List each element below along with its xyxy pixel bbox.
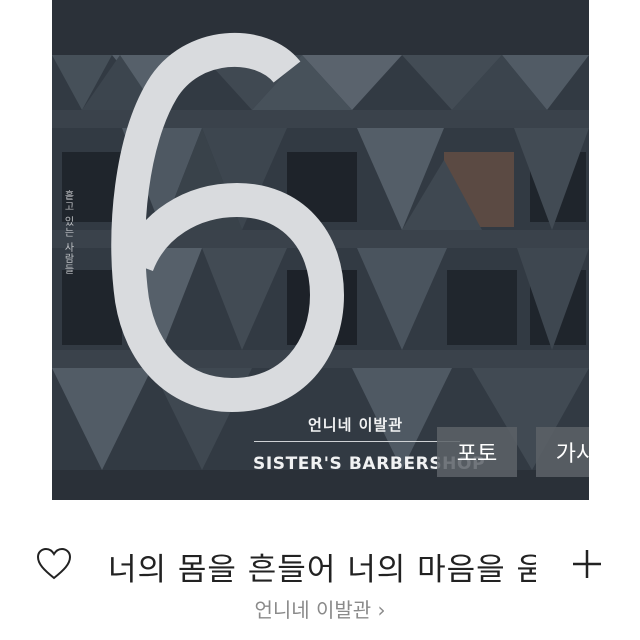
cover-divider — [254, 441, 460, 442]
photo-button-label: 포토 — [456, 442, 498, 467]
plus-icon[interactable] — [571, 548, 603, 580]
cover-vertical-text: 흩고 있는 사람들 — [62, 190, 73, 276]
lyrics-button[interactable]: 가사 — [536, 427, 589, 477]
photo-button[interactable]: 포토 — [437, 427, 517, 477]
lyrics-button-label: 가사 — [555, 442, 589, 467]
cover-artist-name: 언니네 이발관 — [308, 416, 404, 434]
big-number-six — [111, 32, 345, 413]
heart-icon[interactable] — [36, 547, 72, 581]
artist-link[interactable]: 언니네 이발관 › — [0, 594, 640, 623]
song-title: 너의 몸을 흔들어 너의 마음을 움직여 — [108, 552, 536, 588]
album-cover: 흩고 있는 사람들 언니네 이발관 SISTER'S BARBERSHOP 포토… — [52, 0, 589, 500]
